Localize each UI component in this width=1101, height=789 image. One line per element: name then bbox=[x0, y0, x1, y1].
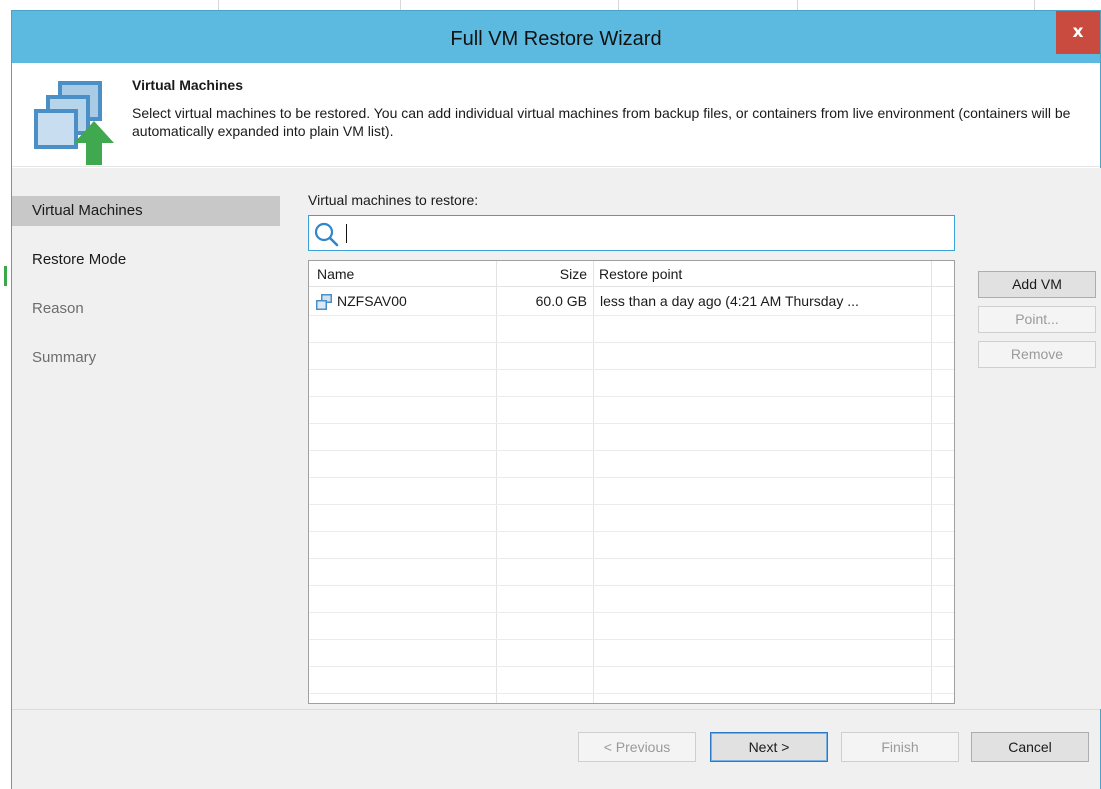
row-line bbox=[309, 693, 954, 694]
table-header: Name Size Restore point bbox=[309, 261, 954, 287]
row-line bbox=[309, 477, 954, 478]
row-line bbox=[309, 342, 954, 343]
row-line bbox=[309, 504, 954, 505]
step-virtual-machines[interactable]: Virtual Machines bbox=[12, 196, 280, 226]
wizard-header: Virtual Machines Select virtual machines… bbox=[12, 63, 1100, 167]
vm-restore-point: less than a day ago (4:21 AM Thursday ..… bbox=[600, 293, 859, 309]
header-description: Select virtual machines to be restored. … bbox=[132, 105, 1071, 139]
vm-list-label: Virtual machines to restore: bbox=[308, 192, 479, 208]
wizard-dialog: Full VM Restore Wizard x Virtual Machine… bbox=[11, 10, 1101, 789]
row-line bbox=[309, 585, 954, 586]
column-divider bbox=[496, 261, 497, 703]
window-title: Full VM Restore Wizard bbox=[450, 28, 662, 50]
step-restore-mode[interactable]: Restore Mode bbox=[12, 245, 280, 275]
text-caret bbox=[346, 224, 347, 243]
background-separator bbox=[400, 0, 401, 10]
search-icon bbox=[314, 222, 339, 247]
row-line bbox=[309, 450, 954, 451]
virtual-machines-restore-icon bbox=[34, 81, 114, 165]
virtual-machine-icon bbox=[316, 294, 332, 310]
column-header-size[interactable]: Size bbox=[497, 261, 593, 287]
search-input[interactable] bbox=[345, 220, 945, 246]
column-header-name[interactable]: Name bbox=[311, 261, 497, 287]
vm-size: 60.0 GB bbox=[535, 293, 587, 309]
row-line bbox=[309, 639, 954, 640]
background-separator bbox=[1034, 0, 1035, 10]
step-content: Virtual machines to restore: Name Size R… bbox=[290, 168, 1101, 709]
column-header-restore-point[interactable]: Restore point bbox=[593, 261, 931, 287]
vm-search-box[interactable] bbox=[308, 215, 955, 251]
table-row[interactable]: NZFSAV00 60.0 GB less than a day ago (4:… bbox=[309, 288, 954, 315]
background-separator bbox=[797, 0, 798, 10]
background-app-strip bbox=[0, 0, 1101, 10]
column-divider bbox=[593, 261, 594, 703]
row-line bbox=[309, 666, 954, 667]
wizard-footer: < Previous Next > Finish Cancel bbox=[12, 709, 1100, 789]
add-vm-button[interactable]: Add VM bbox=[978, 271, 1096, 298]
title-bar[interactable]: Full VM Restore Wizard x bbox=[12, 11, 1100, 63]
step-summary: Summary bbox=[32, 349, 97, 366]
background-separator bbox=[218, 0, 219, 10]
vm-name: NZFSAV00 bbox=[337, 293, 407, 309]
cancel-button[interactable]: Cancel bbox=[971, 732, 1089, 762]
column-divider bbox=[931, 261, 932, 703]
remove-button: Remove bbox=[978, 341, 1096, 368]
row-line bbox=[309, 396, 954, 397]
previous-button: < Previous bbox=[578, 732, 696, 762]
row-line bbox=[309, 369, 954, 370]
background-separator bbox=[618, 0, 619, 10]
header-title: Virtual Machines bbox=[132, 77, 244, 93]
point-button: Point... bbox=[978, 306, 1096, 333]
row-line bbox=[309, 612, 954, 613]
row-line bbox=[309, 315, 954, 316]
vm-table[interactable]: Name Size Restore point NZFSAV00 60.0 GB… bbox=[308, 260, 955, 704]
row-line bbox=[309, 558, 954, 559]
close-button[interactable]: x bbox=[1056, 11, 1100, 54]
row-line bbox=[309, 531, 954, 532]
wizard-steps-sidebar: Virtual Machines Restore Mode Reason Sum… bbox=[12, 168, 290, 709]
step-reason: Reason bbox=[32, 300, 84, 317]
background-marker bbox=[4, 266, 7, 286]
next-button[interactable]: Next > bbox=[710, 732, 828, 762]
row-line bbox=[309, 423, 954, 424]
finish-button: Finish bbox=[841, 732, 959, 762]
